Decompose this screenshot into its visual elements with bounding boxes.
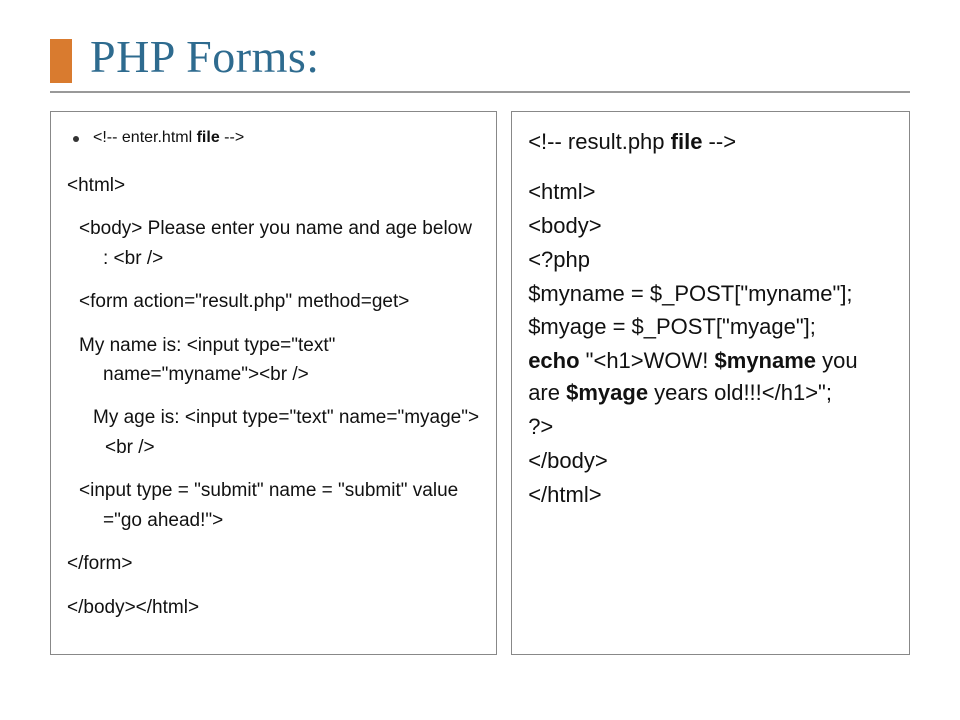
divider <box>50 91 910 93</box>
right-line-9: </html> <box>528 479 893 511</box>
right-line-7: ?> <box>528 411 893 443</box>
bullet-icon <box>73 136 79 142</box>
r6a: echo <box>528 348 579 373</box>
left-line-4: My name is: <input type="text" name="myn… <box>67 331 480 390</box>
left-bullet-a: <!-- enter.html <box>93 129 197 146</box>
slide-title: PHP Forms: <box>90 30 320 83</box>
left-line-7: </form> <box>67 549 480 578</box>
right-gap-1 <box>528 160 893 174</box>
left-line-6: <input type = "submit" name = "submit" v… <box>67 476 480 535</box>
right-line-4: $myname = $_POST["myname"]; <box>528 278 893 310</box>
left-line-1: <html> <box>67 171 480 200</box>
left-line-8: </body></html> <box>67 593 480 622</box>
left-line-2: <body> Please enter you name and age bel… <box>67 214 480 273</box>
r0a: <!-- result.php <box>528 129 670 154</box>
right-line-3: <?php <box>528 244 893 276</box>
left-line-5: My age is: <input type="text" name="myag… <box>67 403 480 462</box>
right-line-8: </body> <box>528 445 893 477</box>
r6b: "<h1>WOW! <box>580 348 715 373</box>
r0c: --> <box>702 129 736 154</box>
right-line-0: <!-- result.php file --> <box>528 126 893 158</box>
right-line-2: <body> <box>528 210 893 242</box>
right-panel: <!-- result.php file --> <html> <body> <… <box>511 111 910 655</box>
right-line-5: $myage = $_POST["myage"]; <box>528 311 893 343</box>
title-row: PHP Forms: <box>50 30 910 83</box>
left-panel: <!-- enter.html file --> <html> <body> P… <box>50 111 497 655</box>
accent-block <box>50 39 72 83</box>
right-line-6: echo "<h1>WOW! $myname you are $myage ye… <box>528 345 893 409</box>
r6e: $myage <box>566 380 648 405</box>
left-bullet-c: --> <box>220 129 244 146</box>
left-line-3: <form action="result.php" method=get> <box>67 287 480 316</box>
r6c: $myname <box>715 348 817 373</box>
columns: <!-- enter.html file --> <html> <body> P… <box>50 111 910 655</box>
r0b: file <box>671 129 703 154</box>
right-line-1: <html> <box>528 176 893 208</box>
left-bullet-b: file <box>197 129 220 146</box>
r6f: years old!!!</h1>"; <box>648 380 832 405</box>
bullet-row: <!-- enter.html file --> <box>67 126 480 151</box>
